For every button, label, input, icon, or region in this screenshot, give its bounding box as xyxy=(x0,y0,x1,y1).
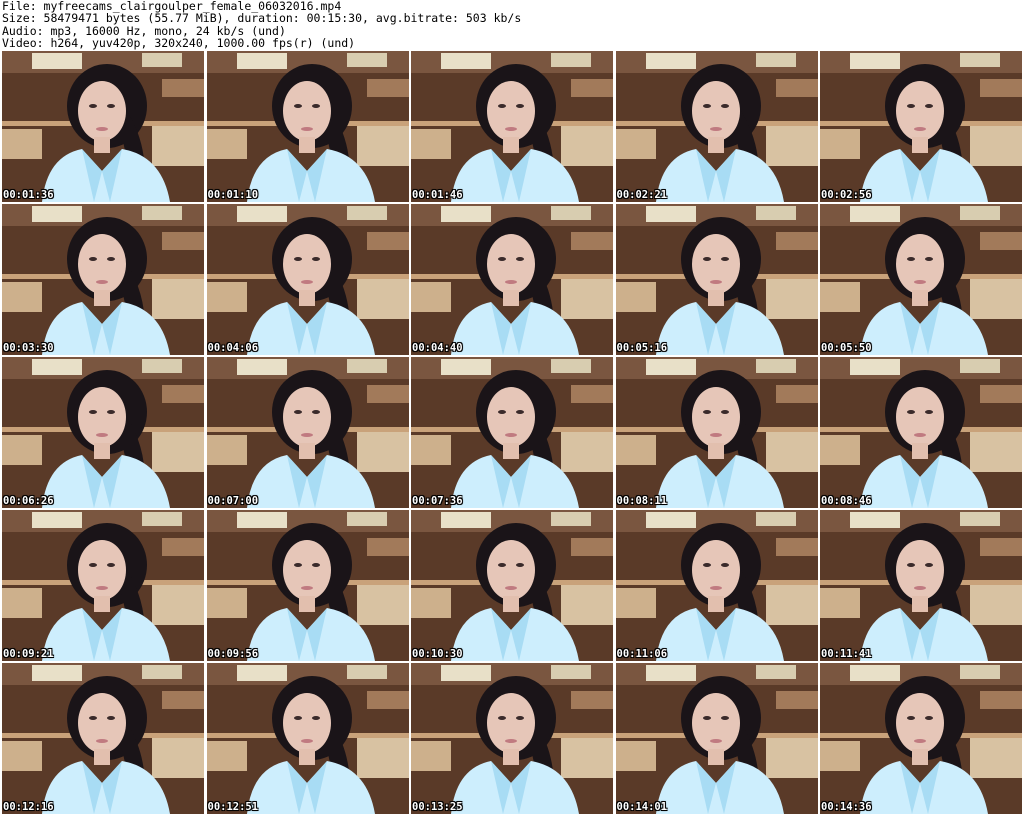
thumbnail-frame-image xyxy=(615,510,818,661)
thumbnail-frame-image xyxy=(206,51,409,202)
video-thumbnail: 00:07:36 xyxy=(411,357,613,508)
thumbnail-timestamp: 00:02:56 xyxy=(821,189,872,201)
thumbnail-frame-image xyxy=(206,510,409,661)
thumbnail-timestamp: 00:07:00 xyxy=(207,495,259,507)
file-info-header: File: myfreecams_clairgoulper_female_060… xyxy=(2,0,1022,49)
thumbnail-timestamp: 00:01:46 xyxy=(412,189,463,201)
thumbnail-grid: 00:01:36 00:01:10 00:01:46 00:02:21 00:0… xyxy=(2,51,1022,814)
thumbnail-timestamp: 00:12:16 xyxy=(3,801,54,813)
thumbnail-timestamp: 00:14:36 xyxy=(821,801,872,813)
thumbnail-frame-image xyxy=(2,510,204,661)
thumbnail-timestamp: 00:05:50 xyxy=(821,342,872,354)
video-thumbnail: 00:04:40 xyxy=(411,204,613,355)
thumbnail-frame-image xyxy=(206,663,409,814)
video-thumbnail: 00:09:21 xyxy=(2,510,204,661)
video-thumbnail: 00:05:50 xyxy=(820,204,1022,355)
thumbnail-timestamp: 00:12:51 xyxy=(207,801,259,813)
video-thumbnail: 00:12:51 xyxy=(206,663,409,814)
thumbnail-frame-image xyxy=(411,510,613,661)
thumbnail-frame-image xyxy=(615,663,818,814)
video-thumbnail: 00:14:36 xyxy=(820,663,1022,814)
thumbnail-frame-image xyxy=(206,357,409,508)
video-thumbnail: 00:02:56 xyxy=(820,51,1022,202)
video-thumbnail: 00:01:10 xyxy=(206,51,409,202)
thumbnail-frame-image xyxy=(2,204,204,355)
thumbnail-frame-image xyxy=(820,663,1022,814)
thumbnail-timestamp: 00:03:30 xyxy=(3,342,54,354)
thumbnail-frame-image xyxy=(615,204,818,355)
thumbnail-frame-image xyxy=(411,51,613,202)
thumbnail-timestamp: 00:02:21 xyxy=(616,189,668,201)
video-thumbnail: 00:10:30 xyxy=(411,510,613,661)
thumbnail-frame-image xyxy=(615,51,818,202)
thumbnail-timestamp: 00:01:36 xyxy=(3,189,54,201)
thumbnail-frame-image xyxy=(411,357,613,508)
thumbnail-timestamp: 00:09:56 xyxy=(207,648,259,660)
video-thumbnail: 00:09:56 xyxy=(206,510,409,661)
video-thumbnail: 00:12:16 xyxy=(2,663,204,814)
thumbnail-timestamp: 00:08:46 xyxy=(821,495,872,507)
video-thumbnail: 00:01:46 xyxy=(411,51,613,202)
thumbnail-timestamp: 00:04:06 xyxy=(207,342,259,354)
video-thumbnail: 00:06:26 xyxy=(2,357,204,508)
thumbnail-frame-image xyxy=(820,357,1022,508)
thumbnail-timestamp: 00:11:06 xyxy=(616,648,668,660)
video-thumbnail: 00:03:30 xyxy=(2,204,204,355)
thumbnail-frame-image xyxy=(820,204,1022,355)
thumbnail-timestamp: 00:05:16 xyxy=(616,342,668,354)
thumbnail-timestamp: 00:06:26 xyxy=(3,495,54,507)
thumbnail-timestamp: 00:13:25 xyxy=(412,801,463,813)
thumbnail-timestamp: 00:04:40 xyxy=(412,342,463,354)
video-thumbnail: 00:02:21 xyxy=(615,51,818,202)
video-thumbnail: 00:11:41 xyxy=(820,510,1022,661)
thumbnail-timestamp: 00:09:21 xyxy=(3,648,54,660)
thumbnail-frame-image xyxy=(411,204,613,355)
thumbnail-frame-image xyxy=(615,357,818,508)
thumbnail-timestamp: 00:08:11 xyxy=(616,495,668,507)
video-thumbnail: 00:04:06 xyxy=(206,204,409,355)
video-thumbnail: 00:01:36 xyxy=(2,51,204,202)
video-thumbnail: 00:14:01 xyxy=(615,663,818,814)
video-thumbnail: 00:08:46 xyxy=(820,357,1022,508)
thumbnail-frame-image xyxy=(2,357,204,508)
file-size-line: Size: 58479471 bytes (55.77 MiB), durati… xyxy=(2,11,522,26)
video-thumbnail: 00:11:06 xyxy=(615,510,818,661)
thumbnail-frame-image xyxy=(2,663,204,814)
thumbnail-frame-image xyxy=(820,510,1022,661)
video-info-line: Video: h264, yuv420p, 320x240, 1000.00 f… xyxy=(2,35,356,50)
video-thumbnail: 00:07:00 xyxy=(206,357,409,508)
video-thumbnail: 00:08:11 xyxy=(615,357,818,508)
thumbnail-timestamp: 00:01:10 xyxy=(207,189,259,201)
thumbnail-timestamp: 00:10:30 xyxy=(412,648,463,660)
video-thumbnail: 00:05:16 xyxy=(615,204,818,355)
thumbnail-frame-image xyxy=(2,51,204,202)
thumbnail-frame-image xyxy=(820,51,1022,202)
video-thumbnail: 00:13:25 xyxy=(411,663,613,814)
thumbnail-timestamp: 00:11:41 xyxy=(821,648,872,660)
thumbnail-frame-image xyxy=(206,204,409,355)
thumbnail-timestamp: 00:07:36 xyxy=(412,495,463,507)
thumbnail-frame-image xyxy=(411,663,613,814)
thumbnail-timestamp: 00:14:01 xyxy=(616,801,668,813)
